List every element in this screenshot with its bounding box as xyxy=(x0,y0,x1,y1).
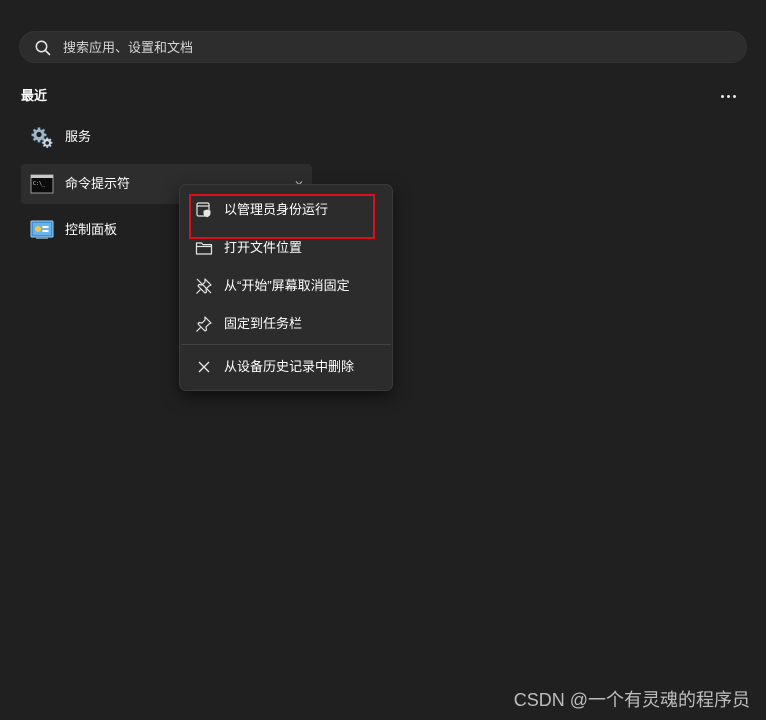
search-box[interactable]: 搜索应用、设置和文档 xyxy=(19,31,747,63)
control-panel-icon xyxy=(30,220,54,239)
recent-item-label: 命令提示符 xyxy=(65,176,131,191)
menu-item-unpin-from-start[interactable]: 从“开始”屏幕取消固定 xyxy=(184,269,388,303)
close-icon xyxy=(198,361,210,373)
menu-item-pin-to-taskbar[interactable]: 固定到任务栏 xyxy=(184,307,388,341)
recent-section-title: 最近 xyxy=(21,88,48,103)
services-gear-icon xyxy=(31,127,53,149)
more-options-button[interactable] xyxy=(714,86,742,106)
command-prompt-icon: C:\_ xyxy=(30,174,54,194)
search-placeholder: 搜索应用、设置和文档 xyxy=(63,40,194,55)
annotation-highlight-box xyxy=(189,194,375,239)
menu-item-label: 从“开始”屏幕取消固定 xyxy=(224,278,350,293)
more-dot xyxy=(726,94,730,98)
folder-icon xyxy=(195,242,213,255)
watermark-text: CSDN @一个有灵魂的程序员 xyxy=(513,690,750,710)
search-icon xyxy=(35,40,51,56)
more-dot xyxy=(732,94,736,98)
menu-item-label: 从设备历史记录中删除 xyxy=(224,359,355,374)
recent-item-label: 服务 xyxy=(65,129,92,144)
menu-separator xyxy=(181,344,391,345)
menu-item-label: 固定到任务栏 xyxy=(224,316,303,331)
menu-item-remove-from-history[interactable]: 从设备历史记录中删除 xyxy=(184,350,388,384)
recent-item-services[interactable]: 服务 xyxy=(21,117,312,157)
unpin-icon xyxy=(196,278,212,294)
recent-item-label: 控制面板 xyxy=(65,222,118,237)
svg-text:C:\_: C:\_ xyxy=(33,181,46,187)
menu-item-label: 打开文件位置 xyxy=(224,240,303,255)
more-dot xyxy=(720,94,724,98)
pin-icon xyxy=(196,316,212,332)
